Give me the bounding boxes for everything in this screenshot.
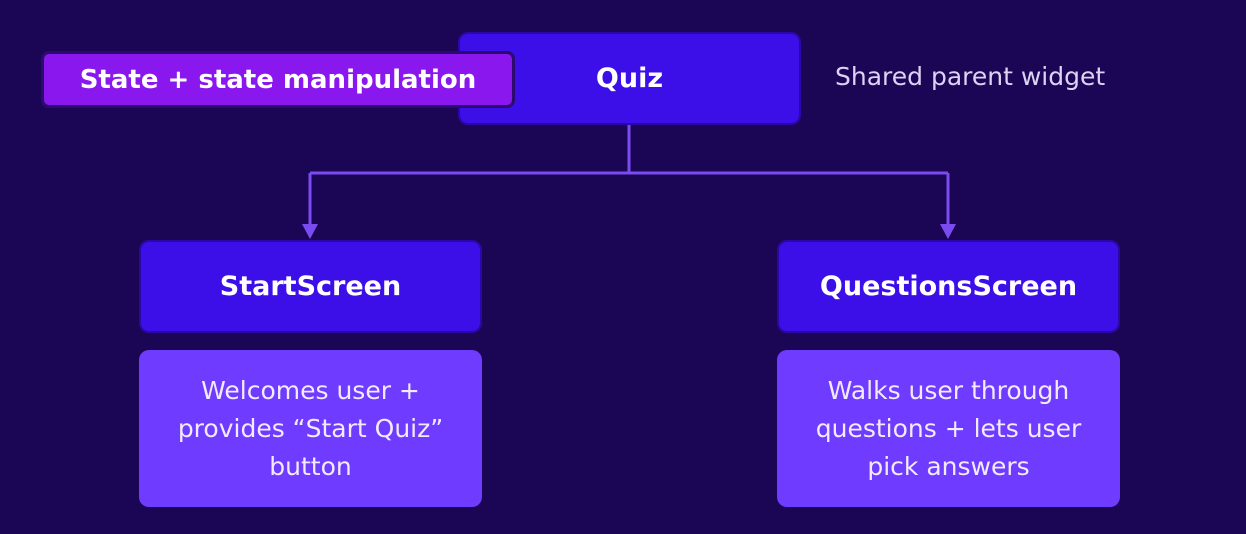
arrowhead-right bbox=[940, 224, 956, 239]
questions-desc-line-3: pick answers bbox=[867, 451, 1030, 481]
state-tag-label: State + state manipulation bbox=[79, 64, 477, 95]
questions-screen-description: Walks user through questions + lets user… bbox=[777, 350, 1120, 507]
state-tag: State + state manipulation bbox=[41, 51, 515, 108]
start-screen-description: Welcomes user + provides “Start Quiz” bu… bbox=[139, 350, 482, 507]
start-desc-line-3: button bbox=[269, 451, 352, 481]
questions-desc-line-1: Walks user through bbox=[827, 375, 1070, 405]
start-screen-node: StartScreen bbox=[139, 240, 482, 333]
questions-screen-label: QuestionsScreen bbox=[819, 271, 1078, 302]
arrowhead-left bbox=[302, 224, 318, 239]
parent-caption: Shared parent widget bbox=[835, 62, 1106, 91]
start-desc-line-1: Welcomes user + bbox=[201, 375, 420, 405]
questions-desc-line-2: questions + lets user bbox=[815, 413, 1082, 443]
questions-screen-node: QuestionsScreen bbox=[777, 240, 1120, 333]
start-screen-label: StartScreen bbox=[219, 271, 402, 302]
quiz-node-label: Quiz bbox=[595, 63, 664, 94]
start-desc-line-2: provides “Start Quiz” bbox=[177, 413, 444, 443]
